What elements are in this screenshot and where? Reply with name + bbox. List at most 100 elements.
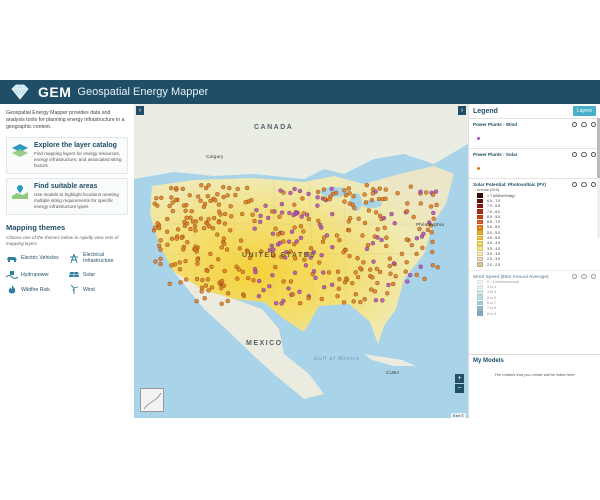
power-plant-marker[interactable] [362, 220, 368, 226]
power-plant-marker[interactable] [222, 241, 227, 246]
power-plant-marker[interactable] [194, 299, 199, 304]
power-plant-marker[interactable] [157, 243, 162, 248]
power-plant-marker[interactable] [194, 276, 200, 282]
opacity-icon[interactable] [572, 274, 577, 280]
power-plant-marker[interactable] [174, 186, 179, 191]
power-plant-marker[interactable] [289, 229, 295, 234]
power-plant-marker[interactable] [158, 261, 163, 267]
power-plant-marker[interactable] [434, 202, 439, 208]
zoom-in-button[interactable]: + [455, 374, 464, 383]
power-plant-marker[interactable] [353, 270, 358, 275]
power-plant-marker[interactable] [246, 275, 251, 281]
power-plant-marker[interactable] [421, 231, 426, 236]
power-plant-marker[interactable] [324, 233, 330, 238]
power-plant-marker[interactable] [177, 267, 183, 272]
power-plant-marker[interactable] [209, 285, 215, 290]
power-plant-marker[interactable] [153, 259, 158, 264]
power-plant-marker[interactable] [322, 285, 327, 290]
power-plant-marker[interactable] [256, 294, 262, 299]
power-plant-marker[interactable] [270, 273, 275, 278]
power-plant-marker[interactable] [360, 233, 365, 238]
power-plant-marker[interactable] [315, 203, 320, 208]
power-plant-marker[interactable] [235, 186, 240, 192]
power-plant-marker[interactable] [292, 186, 297, 192]
power-plant-marker[interactable] [222, 268, 227, 274]
power-plant-marker[interactable] [370, 241, 375, 246]
power-plant-marker[interactable] [184, 277, 189, 282]
power-plant-marker[interactable] [177, 260, 182, 265]
power-plant-marker[interactable] [380, 298, 385, 303]
power-plant-marker[interactable] [205, 193, 210, 199]
power-plant-marker[interactable] [411, 214, 416, 220]
power-plant-marker[interactable] [179, 235, 184, 240]
power-plant-marker[interactable] [208, 251, 213, 257]
power-plant-marker[interactable] [206, 217, 211, 222]
collapse-sidebar-button[interactable]: ‹ [136, 106, 144, 115]
power-plant-marker[interactable] [353, 292, 358, 297]
power-plant-marker[interactable] [241, 293, 247, 299]
power-plant-marker[interactable] [433, 189, 439, 194]
power-plant-marker[interactable] [236, 267, 241, 272]
power-plant-marker[interactable] [159, 195, 164, 200]
power-plant-marker[interactable] [366, 208, 372, 213]
power-plant-marker[interactable] [213, 198, 218, 203]
power-plant-marker[interactable] [379, 237, 384, 243]
power-plant-marker[interactable] [323, 196, 328, 202]
power-plant-marker[interactable] [361, 260, 366, 265]
power-plant-marker[interactable] [210, 226, 216, 231]
power-plant-marker[interactable] [240, 269, 245, 275]
power-plant-marker[interactable] [165, 242, 170, 247]
power-plant-marker[interactable] [202, 201, 208, 207]
power-plant-marker[interactable] [392, 221, 397, 226]
power-plant-marker[interactable] [192, 223, 198, 229]
power-plant-marker[interactable] [429, 230, 434, 235]
power-plant-marker[interactable] [224, 247, 230, 252]
power-plant-marker[interactable] [430, 239, 435, 245]
power-plant-marker[interactable] [374, 266, 380, 272]
power-plant-marker[interactable] [235, 276, 240, 281]
power-plant-marker[interactable] [199, 183, 204, 188]
power-plant-marker[interactable] [298, 301, 303, 306]
power-plant-marker[interactable] [407, 273, 413, 278]
theme-electric-vehicles[interactable]: Electric Vehicles [6, 252, 66, 264]
visibility-eye-icon[interactable] [581, 152, 587, 157]
power-plant-marker[interactable] [337, 237, 342, 243]
power-plant-marker[interactable] [228, 228, 233, 233]
power-plant-marker[interactable] [185, 240, 190, 245]
power-plant-marker[interactable] [263, 203, 268, 208]
power-plant-marker[interactable] [243, 200, 248, 205]
power-plant-marker[interactable] [164, 229, 170, 234]
power-plant-marker[interactable] [329, 282, 335, 287]
power-plant-marker[interactable] [170, 208, 175, 214]
power-plant-marker[interactable] [316, 218, 321, 224]
settings-gear-icon[interactable] [591, 122, 596, 127]
power-plant-marker[interactable] [258, 213, 263, 219]
power-plant-marker[interactable] [430, 192, 436, 197]
power-plant-marker[interactable] [336, 286, 341, 291]
power-plant-marker[interactable] [233, 192, 238, 198]
power-plant-marker[interactable] [335, 269, 341, 274]
power-plant-marker[interactable] [258, 219, 263, 224]
power-plant-marker[interactable] [409, 242, 414, 248]
power-plant-marker[interactable] [251, 278, 256, 283]
power-plant-marker[interactable] [286, 239, 292, 244]
power-plant-marker[interactable] [387, 263, 392, 269]
power-plant-marker[interactable] [317, 222, 323, 227]
power-plant-marker[interactable] [404, 260, 409, 265]
opacity-icon[interactable] [572, 152, 577, 157]
power-plant-marker[interactable] [206, 288, 211, 293]
power-plant-marker[interactable] [364, 246, 370, 252]
power-plant-marker[interactable] [216, 220, 221, 225]
power-plant-marker[interactable] [252, 226, 257, 231]
power-plant-marker[interactable] [189, 209, 194, 214]
power-plant-marker[interactable] [417, 226, 422, 232]
power-plant-marker[interactable] [211, 215, 217, 221]
power-plant-marker[interactable] [399, 251, 405, 257]
power-plant-marker[interactable] [303, 263, 309, 268]
power-plant-marker[interactable] [153, 225, 158, 230]
power-plant-marker[interactable] [173, 197, 179, 203]
power-plant-marker[interactable] [216, 202, 222, 207]
power-plant-marker[interactable] [330, 211, 335, 217]
power-plant-marker[interactable] [405, 279, 410, 284]
visibility-eye-icon[interactable] [581, 274, 587, 280]
